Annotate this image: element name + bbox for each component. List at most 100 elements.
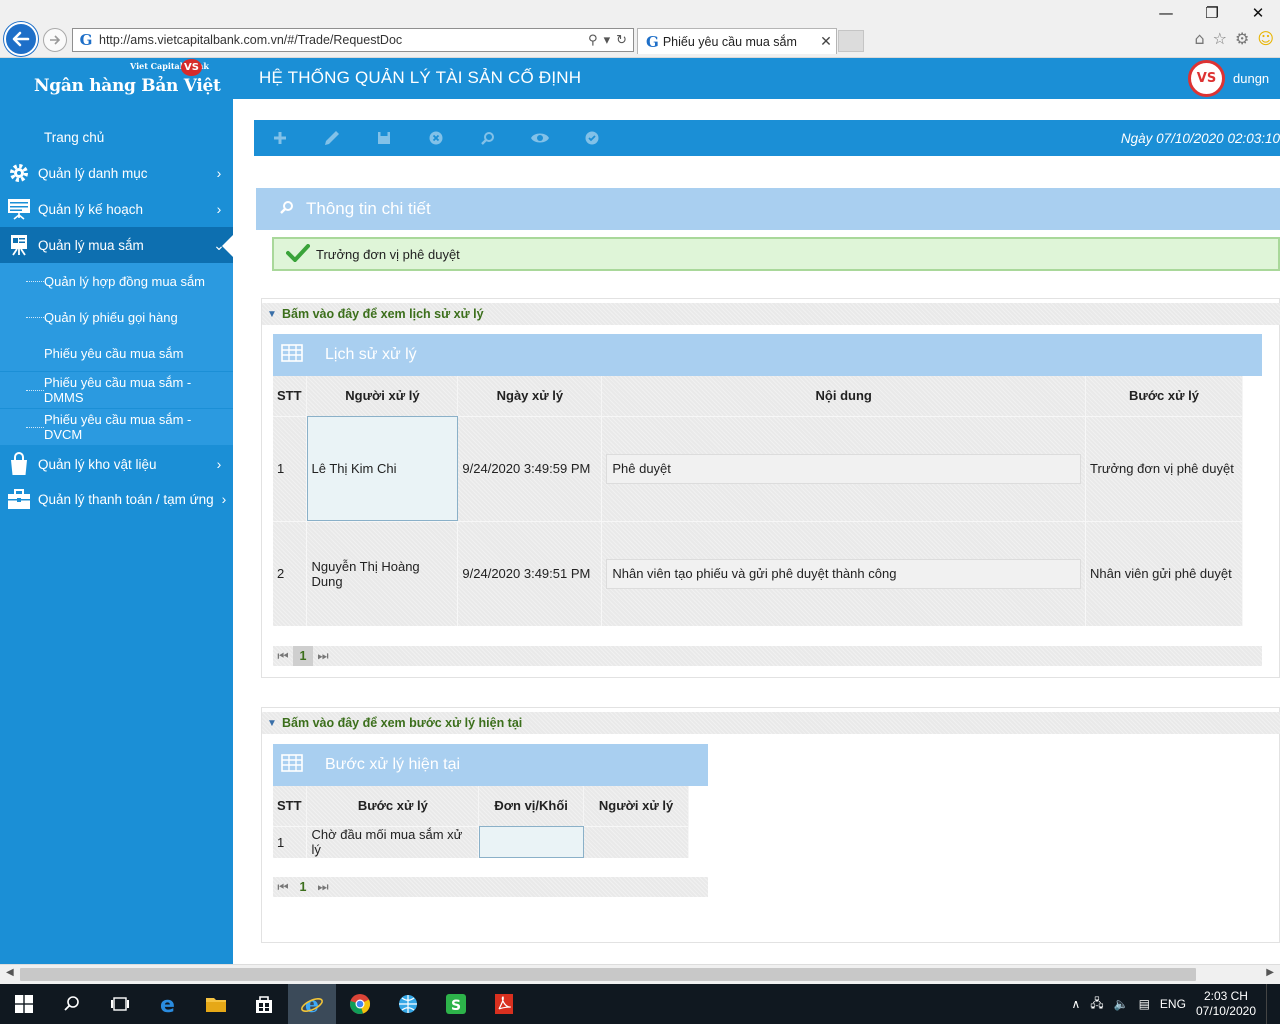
tab-title: Phiếu yêu cầu mua sắm bbox=[662, 34, 797, 49]
sidebar-subitem-purchase-request[interactable]: Phiếu yêu cầu mua sắm bbox=[0, 335, 233, 371]
content-textbox[interactable]: Nhân viên tạo phiếu và gửi phê duyệt thà… bbox=[606, 558, 1082, 589]
column-header-user[interactable]: Người xử lý bbox=[306, 376, 459, 416]
bank-logo[interactable]: Viet Capital Bank VS Ngân hàng Bản Việt bbox=[0, 58, 233, 99]
user-name[interactable]: dungn bbox=[1233, 71, 1269, 86]
table-header-row: STT Người xử lý Ngày xử lý Nội dung Bước… bbox=[273, 376, 1243, 416]
sidebar-item-label: Quản lý mua sắm bbox=[38, 237, 144, 253]
clock-time: 2:03 CH bbox=[1203, 989, 1248, 1003]
search-icon[interactable] bbox=[48, 984, 96, 1024]
scroll-right-icon[interactable]: ▶ bbox=[1266, 967, 1274, 978]
sidebar-subitem-purchase-request-dvcm[interactable]: Phiếu yêu cầu mua sắm - DVCM bbox=[0, 409, 233, 445]
search-icon[interactable]: ⚲ bbox=[588, 33, 598, 48]
home-icon[interactable]: ⌂ bbox=[1194, 29, 1204, 48]
restore-button[interactable]: ❐ bbox=[1200, 4, 1224, 22]
cell-stt: 1 bbox=[273, 415, 308, 521]
table-row[interactable]: 1 Lê Thị Kim Chi 9/24/2020 3:49:59 PM Ph… bbox=[273, 415, 1243, 521]
start-windows-icon[interactable] bbox=[0, 984, 48, 1024]
language-indicator[interactable]: ENG bbox=[1160, 997, 1186, 1011]
chrome-icon[interactable] bbox=[336, 984, 384, 1024]
notification-message-icon[interactable]: ▤ bbox=[1139, 997, 1150, 1011]
sidebar-item-label: Quản lý kho vật liệu bbox=[38, 456, 157, 472]
minimize-button[interactable]: — bbox=[1154, 4, 1178, 22]
page-number-current[interactable]: 1 bbox=[293, 880, 313, 894]
forward-button[interactable] bbox=[43, 28, 67, 52]
cell-content[interactable]: Phê duyệt bbox=[601, 415, 1087, 521]
cell-unit[interactable] bbox=[478, 825, 585, 858]
show-desktop-button[interactable] bbox=[1266, 984, 1272, 1024]
network-icon[interactable]: 🖧 bbox=[1090, 994, 1103, 1015]
approve-check-icon[interactable] bbox=[566, 131, 618, 145]
dropdown-icon[interactable]: ▾ bbox=[604, 33, 611, 48]
task-view-icon[interactable] bbox=[96, 984, 144, 1024]
store-icon[interactable] bbox=[240, 984, 288, 1024]
close-window-button[interactable]: ✕ bbox=[1246, 4, 1270, 22]
content-textbox[interactable]: Phê duyệt bbox=[606, 453, 1082, 484]
volume-icon[interactable]: 🔈 bbox=[1114, 997, 1129, 1011]
sidebar-item-procurement[interactable]: Quản lý mua sắm ⌄ bbox=[0, 227, 233, 263]
horizontal-scrollbar[interactable]: ◀ ▶ bbox=[0, 964, 1280, 984]
clock[interactable]: 2:03 CH 07/10/2020 bbox=[1196, 989, 1256, 1019]
internet-explorer-icon[interactable]: e bbox=[288, 984, 336, 1024]
cell-user bbox=[583, 825, 689, 858]
last-page-icon[interactable]: ⏭ bbox=[313, 880, 333, 895]
sidebar-item-catalog[interactable]: Quản lý danh mục › bbox=[0, 155, 233, 191]
view-eye-icon[interactable] bbox=[514, 131, 566, 145]
tree-connector bbox=[26, 280, 44, 282]
last-page-icon[interactable]: ⏭ bbox=[313, 649, 333, 664]
browser-tab[interactable]: G Phiếu yêu cầu mua sắm ✕ bbox=[637, 28, 837, 54]
chevron-up-icon[interactable]: ∧ bbox=[1071, 997, 1080, 1011]
back-button[interactable] bbox=[4, 22, 38, 56]
edge-browser-icon[interactable]: e bbox=[144, 984, 192, 1024]
table-row[interactable]: 1 Chờ đầu mối mua sắm xử lý bbox=[273, 825, 689, 858]
save-icon[interactable] bbox=[358, 131, 410, 145]
file-explorer-icon[interactable] bbox=[192, 984, 240, 1024]
sidebar-subitem-purchase-request-dmms[interactable]: Phiếu yêu cầu mua sắm - DMMS bbox=[0, 372, 233, 408]
column-header-step[interactable]: Bước xử lý bbox=[1085, 376, 1243, 416]
sidebar-subitem-call-orders[interactable]: Quản lý phiếu gọi hàng bbox=[0, 299, 233, 335]
column-header-stt[interactable]: STT bbox=[273, 786, 308, 826]
sidebar-item-payment[interactable]: Quản lý thanh toán / tạm ứng › bbox=[0, 481, 233, 517]
column-header-step[interactable]: Bước xử lý bbox=[306, 786, 480, 826]
add-icon[interactable] bbox=[254, 131, 306, 145]
sidebar-subitem-contracts[interactable]: Quản lý hợp đồng mua sắm bbox=[0, 263, 233, 299]
avatar[interactable]: VS bbox=[1188, 60, 1225, 97]
first-page-icon[interactable]: ⏮ bbox=[273, 649, 293, 664]
sidebar-item-home[interactable]: Trang chủ bbox=[0, 119, 233, 155]
detail-section-header[interactable]: Thông tin chi tiết bbox=[256, 188, 1280, 230]
page-number-current[interactable]: 1 bbox=[293, 646, 313, 666]
address-url[interactable]: http://ams.vietcapitalbank.com.vn/#/Trad… bbox=[99, 33, 588, 47]
feedback-smiley-icon[interactable]: ☺ bbox=[1257, 29, 1274, 48]
sidebar-subitem-label: Quản lý hợp đồng mua sắm bbox=[44, 273, 206, 289]
table-row[interactable]: 2 Nguyễn Thị Hoàng Dung 9/24/2020 3:49:5… bbox=[273, 520, 1243, 626]
sidebar-item-plan[interactable]: Quản lý kế hoạch › bbox=[0, 191, 233, 227]
column-header-unit[interactable]: Đơn vị/Khối bbox=[478, 786, 585, 826]
current-step-grid-header: Bước xử lý hiện tại bbox=[273, 744, 708, 786]
cell-user[interactable]: Lê Thị Kim Chi bbox=[306, 415, 459, 521]
search-icon[interactable] bbox=[462, 131, 514, 145]
svg-text:S: S bbox=[451, 998, 461, 1014]
sidebar-item-warehouse[interactable]: Quản lý kho vật liệu › bbox=[0, 446, 233, 482]
new-tab-button[interactable] bbox=[838, 30, 864, 52]
tab-close-button[interactable]: ✕ bbox=[816, 33, 836, 50]
cancel-icon[interactable] bbox=[410, 131, 462, 145]
edit-pencil-icon[interactable] bbox=[306, 129, 358, 147]
sheets-app-icon[interactable]: S bbox=[432, 984, 480, 1024]
column-header-stt[interactable]: STT bbox=[273, 376, 308, 416]
user-menu[interactable]: VS dungn bbox=[1188, 60, 1269, 97]
history-toggle[interactable]: ▼ Bấm vào đây để xem lịch sử xử lý bbox=[262, 303, 1280, 325]
sidebar-subitem-label: Phiếu yêu cầu mua sắm bbox=[44, 345, 184, 361]
first-page-icon[interactable]: ⏮ bbox=[273, 880, 293, 895]
network-globe-icon[interactable] bbox=[384, 984, 432, 1024]
cell-content[interactable]: Nhân viên tạo phiếu và gửi phê duyệt thà… bbox=[601, 520, 1087, 626]
refresh-icon[interactable]: ↻ bbox=[616, 33, 627, 48]
column-header-user[interactable]: Người xử lý bbox=[583, 786, 689, 826]
scrollbar-thumb[interactable] bbox=[20, 968, 1196, 981]
column-header-content[interactable]: Nội dung bbox=[601, 376, 1087, 416]
pdf-reader-icon[interactable] bbox=[480, 984, 528, 1024]
scroll-left-icon[interactable]: ◀ bbox=[6, 967, 14, 978]
settings-gear-icon[interactable]: ⚙ bbox=[1235, 29, 1249, 48]
address-bar[interactable]: G http://ams.vietcapitalbank.com.vn/#/Tr… bbox=[72, 28, 634, 52]
current-step-toggle[interactable]: ▼ Bấm vào đây để xem bước xử lý hiện tại bbox=[262, 712, 1280, 734]
favorites-star-icon[interactable]: ☆ bbox=[1213, 29, 1227, 48]
column-header-date[interactable]: Ngày xử lý bbox=[457, 376, 603, 416]
